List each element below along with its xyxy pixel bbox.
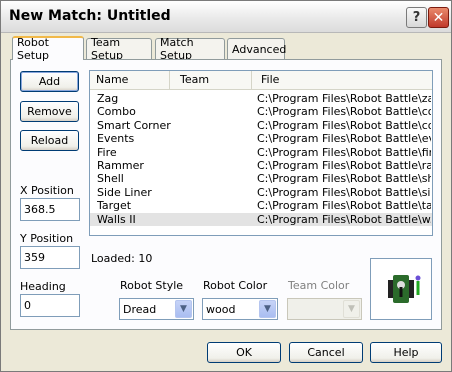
robot-file: C:\Program Files\Robot Battle\co... [257, 105, 431, 119]
robot-file: C:\Program Files\Robot Battle\tar... [257, 199, 431, 213]
robot-file: C:\Program Files\Robot Battle\w... [257, 212, 431, 226]
robot-style-label: Robot Style [120, 279, 184, 292]
column-header-file[interactable]: File [255, 71, 432, 89]
robot-name: Zag [97, 92, 119, 105]
robot-file: C:\Program Files\Robot Battle\ev... [257, 132, 431, 146]
tab-team-setup[interactable]: Team Setup [86, 36, 152, 62]
robot-color-value: wood [206, 303, 236, 316]
list-item[interactable]: Side Liner C:\Program Files\Robot Battle\… [90, 186, 432, 199]
robot-name: Events [97, 132, 135, 146]
robot-file: C:\Program Files\Robot Battle\sh... [257, 172, 431, 186]
robot-name: Fire [97, 145, 117, 159]
list-header: Name Team File [90, 71, 432, 90]
robot-list[interactable]: Name Team File Zag C:\Program Files\Robot… [89, 70, 433, 236]
robot-file: C:\Program Files\Robot Battle\za... [257, 92, 431, 105]
robot-style-select[interactable]: Dread ▼ [119, 298, 194, 320]
robot-file: C:\Program Files\Robot Battle\co... [257, 118, 431, 132]
ok-button[interactable]: OK [207, 342, 281, 363]
robot-preview [370, 258, 432, 320]
robot-file: C:\Program Files\Robot Battle\sid... [257, 185, 431, 199]
y-position-label: Y Position [20, 232, 74, 245]
heading-label: Heading [20, 280, 66, 293]
robot-color-select[interactable]: wood ▼ [202, 298, 278, 320]
robot-name: Combo [97, 105, 136, 119]
robot-name: Walls II [97, 212, 136, 226]
x-position-label: X Position [20, 184, 74, 197]
y-position-field[interactable]: 359 [20, 246, 80, 269]
reload-button[interactable]: Reload [20, 130, 79, 151]
robot-style-value: Dread [123, 303, 157, 316]
list-item[interactable]: Fire C:\Program Files\Robot Battle\fir... [90, 146, 432, 159]
column-header-team[interactable]: Team [174, 71, 252, 89]
list-item[interactable]: Smart Corner C:\Program Files\Robot Battl… [90, 119, 432, 132]
x-position-field[interactable]: 368.5 [20, 198, 80, 221]
team-color-select: ▼ [287, 298, 362, 320]
list-item[interactable]: Rammer C:\Program Files\Robot Battle\ra..… [90, 159, 432, 172]
window-title: New Match: Untitled [9, 8, 171, 24]
title-bar[interactable]: New Match: Untitled ? ✕ [1, 1, 451, 33]
list-item[interactable]: Zag C:\Program Files\Robot Battle\za... [90, 92, 432, 105]
help-icon[interactable]: ? [406, 7, 427, 28]
tab-robot-setup[interactable]: Robot Setup [12, 36, 84, 62]
help-button[interactable]: Help [370, 342, 442, 363]
robot-name: Side Liner [97, 185, 152, 199]
robot-file: C:\Program Files\Robot Battle\fir... [257, 145, 431, 159]
tab-match-setup[interactable]: Match Setup [155, 36, 225, 62]
robot-icon [388, 275, 421, 303]
chevron-down-icon[interactable]: ▼ [259, 300, 276, 318]
column-header-name[interactable]: Name [90, 71, 170, 89]
loaded-count: Loaded: 10 [91, 252, 153, 265]
team-color-label: Team Color [288, 279, 350, 292]
robot-name: Smart Corner [97, 118, 171, 132]
robot-file: C:\Program Files\Robot Battle\ra... [257, 158, 431, 172]
remove-button[interactable]: Remove [20, 101, 79, 122]
cancel-button[interactable]: Cancel [289, 342, 363, 363]
chevron-down-icon: ▼ [343, 300, 360, 318]
list-rows: Zag C:\Program Files\Robot Battle\za... Co… [90, 92, 432, 226]
heading-field[interactable]: 0 [20, 294, 80, 317]
list-item[interactable]: Events C:\Program Files\Robot Battle\ev..… [90, 132, 432, 145]
close-icon[interactable]: ✕ [428, 7, 449, 28]
add-button[interactable]: Add [20, 71, 79, 92]
new-match-dialog: New Match: Untitled ? ✕ Robot Setup Team… [0, 0, 452, 372]
tab-advanced[interactable]: Advanced [227, 38, 286, 59]
list-item[interactable]: Shell C:\Program Files\Robot Battle\sh... [90, 172, 432, 185]
robot-color-label: Robot Color [203, 279, 268, 292]
list-item[interactable]: Walls II C:\Program Files\Robot Battle\w.… [90, 212, 432, 226]
list-item[interactable]: Target C:\Program Files\Robot Battle\tar.… [90, 199, 432, 212]
robot-name: Target [97, 199, 132, 213]
robot-name: Rammer [97, 158, 144, 172]
chevron-down-icon[interactable]: ▼ [175, 300, 192, 318]
robot-name: Shell [97, 172, 124, 186]
list-item[interactable]: Combo C:\Program Files\Robot Battle\co... [90, 105, 432, 118]
